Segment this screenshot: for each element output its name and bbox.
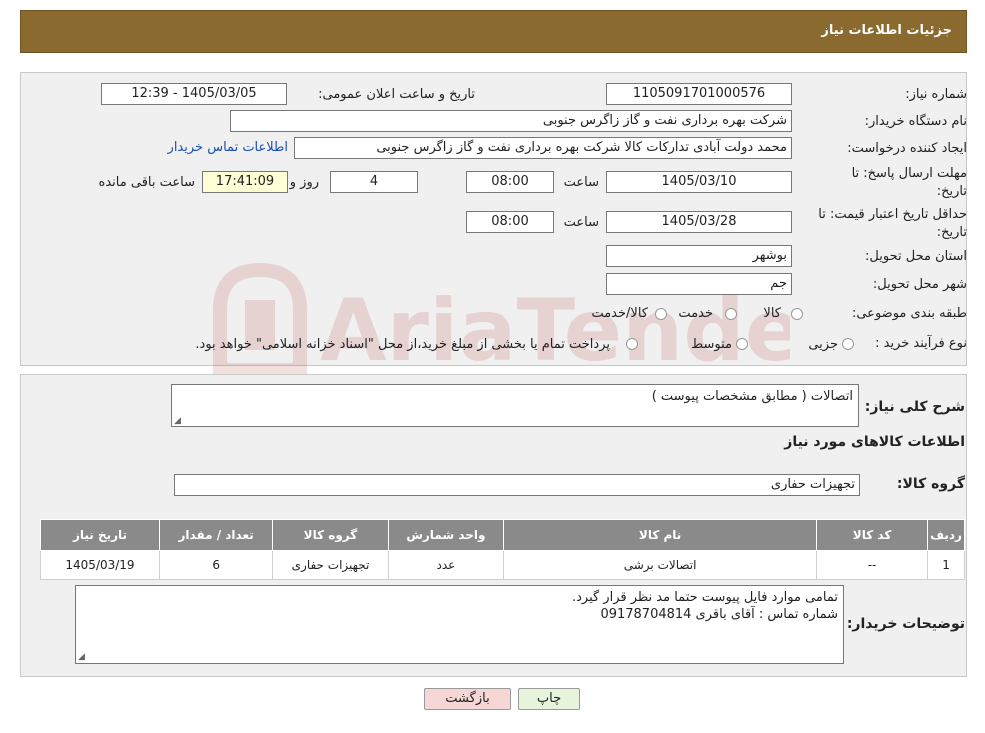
process-option-medium: متوسط xyxy=(691,337,732,352)
days-label: روز و xyxy=(289,175,319,190)
page-header: جزئیات اطلاعات نیاز xyxy=(20,10,967,53)
validity-label-2: تاریخ: xyxy=(936,225,967,240)
buyer-notes-textarea[interactable]: تمامی موارد فایل پیوست حتما مد نظر قرار … xyxy=(75,585,844,664)
summary-label: شرح کلی نیاز: xyxy=(864,399,965,415)
table-row: 1 -- اتصالات برشی عدد تجهیزات حفاری 6 14… xyxy=(40,550,965,580)
city-label: شهر محل تحویل: xyxy=(872,277,967,292)
category-radio-goods[interactable] xyxy=(791,308,803,320)
process-option-small: جزیی xyxy=(808,337,838,352)
cell-unit: عدد xyxy=(387,550,505,580)
days-field[interactable]: 4 xyxy=(330,171,418,193)
announce-label: تاریخ و ساعت اعلان عمومی: xyxy=(318,87,475,102)
deadline-date-field[interactable]: 1405/03/10 xyxy=(606,171,792,193)
remaining-time-field: 17:41:09 xyxy=(202,171,288,193)
process-note: پرداخت تمام یا بخشی از مبلغ خرید،از محل … xyxy=(195,337,610,352)
province-field[interactable]: بوشهر xyxy=(606,245,792,267)
category-option-goods-service: کالا/خدمت xyxy=(591,306,648,321)
cell-qty: 6 xyxy=(158,550,274,580)
col-name: نام کالا xyxy=(503,519,818,551)
col-row: ردیف xyxy=(927,519,965,551)
city-field[interactable]: جم xyxy=(606,273,792,295)
category-option-service: خدمت xyxy=(678,306,713,321)
buyer-org-label: نام دستگاه خریدار: xyxy=(864,114,967,129)
cell-code: -- xyxy=(816,550,929,580)
buyer-notes-line-2: شماره تماس : آقای باقری 09178704814 xyxy=(600,607,838,622)
cell-row: 1 xyxy=(927,550,965,580)
buyer-notes-line-1: تمامی موارد فایل پیوست حتما مد نظر قرار … xyxy=(571,590,838,605)
col-qty: تعداد / مقدار xyxy=(158,519,274,551)
process-radio-medium[interactable] xyxy=(736,338,748,350)
buyer-notes-label: توضیحات خریدار: xyxy=(846,616,965,632)
summary-textarea[interactable]: اتصالات ( مطابق مشخصات پیوست ) xyxy=(171,384,859,427)
requester-label: ایجاد کننده درخواست: xyxy=(847,141,967,156)
goods-table: ردیف کد کالا نام کالا واحد شمارش گروه کا… xyxy=(40,519,965,580)
process-radio-small[interactable] xyxy=(842,338,854,350)
deadline-label-1: مهلت ارسال پاسخ: تا xyxy=(851,166,967,181)
col-group: گروه کالا xyxy=(272,519,389,551)
buyer-contact-link[interactable]: اطلاعات تماس خریدار xyxy=(168,140,288,155)
category-radio-service[interactable] xyxy=(725,308,737,320)
remaining-label: ساعت باقی مانده xyxy=(98,175,195,190)
summary-resize-grip[interactable]: ◢ xyxy=(174,417,182,426)
goods-table-header: ردیف کد کالا نام کالا واحد شمارش گروه کا… xyxy=(40,519,965,551)
category-label: طبقه بندی موضوعی: xyxy=(851,306,967,321)
deadline-hour-label: ساعت xyxy=(563,175,599,190)
deadline-time-field[interactable]: 08:00 xyxy=(466,171,554,193)
announce-field[interactable]: 1405/03/05 - 12:39 xyxy=(101,83,287,105)
cell-date: 1405/03/19 xyxy=(40,550,160,580)
validity-label-1: حداقل تاریخ اعتبار قیمت: تا xyxy=(818,207,967,222)
cell-group: تجهیزات حفاری xyxy=(272,550,389,580)
category-radio-goods-service[interactable] xyxy=(655,308,667,320)
province-label: استان محل تحویل: xyxy=(865,249,967,264)
validity-hour-label: ساعت xyxy=(563,215,599,230)
summary-text: اتصالات ( مطابق مشخصات پیوست ) xyxy=(651,389,853,404)
goods-info-title: اطلاعات کالاهای مورد نیاز xyxy=(784,434,965,450)
need-number-field[interactable]: 1105091701000576 xyxy=(606,83,792,105)
col-date: تاریخ نیاز xyxy=(40,519,160,551)
validity-date-field[interactable]: 1405/03/28 xyxy=(606,211,792,233)
need-number-label: شماره نیاز: xyxy=(905,87,967,102)
validity-time-field[interactable]: 08:00 xyxy=(466,211,554,233)
cell-name: اتصالات برشی xyxy=(503,550,818,580)
print-button[interactable]: چاپ xyxy=(518,688,580,710)
requester-field[interactable]: محمد دولت آبادی تدارکات کالا شرکت بهره ب… xyxy=(294,137,792,159)
back-button[interactable]: بازگشت xyxy=(424,688,511,710)
col-code: کد کالا xyxy=(816,519,929,551)
page-title: جزئیات اطلاعات نیاز xyxy=(821,23,952,38)
process-radio-treasury[interactable] xyxy=(626,338,638,350)
deadline-label-2: تاریخ: xyxy=(936,184,967,199)
goods-group-field[interactable]: تجهیزات حفاری xyxy=(174,474,860,496)
process-label: نوع فرآیند خرید : xyxy=(875,336,967,351)
col-unit: واحد شمارش xyxy=(387,519,505,551)
buyer-org-field[interactable]: شرکت بهره برداری نفت و گاز زاگرس جنوبی xyxy=(230,110,792,132)
category-option-goods: کالا xyxy=(763,306,781,321)
goods-group-label: گروه کالا: xyxy=(896,476,965,492)
buyer-notes-resize-grip[interactable]: ◢ xyxy=(78,653,86,662)
